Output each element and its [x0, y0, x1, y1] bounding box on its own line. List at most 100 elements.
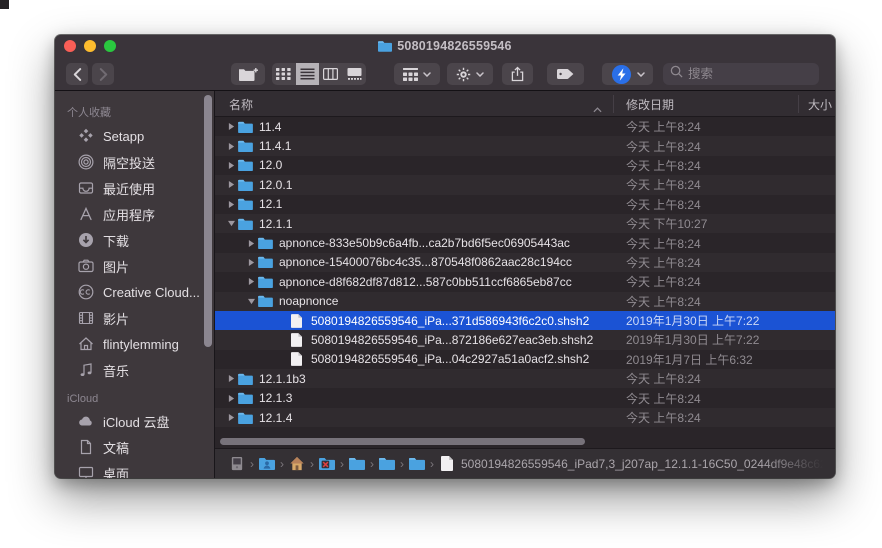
new-folder-button[interactable]: [231, 63, 265, 85]
path-item-users[interactable]: [259, 456, 275, 471]
column-divider[interactable]: [798, 95, 799, 113]
row-date-modified: 2019年1月7日 上午6:32: [626, 351, 753, 368]
list-row[interactable]: 12.1.3 今天 上午8:24: [215, 388, 835, 407]
chevron-down-icon: [423, 72, 431, 77]
pictures-icon: [77, 258, 95, 274]
row-date-modified: 今天 上午8:24: [626, 370, 701, 387]
disclosure-closed-icon[interactable]: [225, 161, 238, 170]
path-item-file[interactable]: 5080194826559546_iPad7,3_j207ap_12.1.1-1…: [439, 456, 827, 471]
column-header-name[interactable]: 名称: [229, 96, 253, 113]
sidebar-item-airdrop[interactable]: 隔空投送: [55, 149, 214, 175]
file-icon: [290, 333, 307, 347]
path-item-folder-1[interactable]: [349, 456, 365, 471]
sidebar-item-desktop[interactable]: 桌面: [55, 460, 214, 478]
disclosure-closed-icon[interactable]: [225, 394, 238, 403]
group-by-button[interactable]: [394, 63, 440, 85]
disclosure-closed-icon[interactable]: [225, 374, 238, 383]
path-item-folder-3[interactable]: [409, 456, 425, 471]
list-row[interactable]: 5080194826559546_iPa...04c2927a51a0acf2.…: [215, 350, 835, 369]
column-divider[interactable]: [613, 95, 614, 113]
close-button[interactable]: [64, 40, 76, 52]
list-row[interactable]: 11.4 今天 上午8:24: [215, 117, 835, 136]
row-name: apnonce-15400076bc4c35...870548f0862aac2…: [279, 255, 572, 269]
action-menu-button[interactable]: [447, 63, 493, 85]
list-row[interactable]: 12.1 今天 上午8:24: [215, 195, 835, 214]
sidebar-item-recents[interactable]: 最近使用: [55, 175, 214, 201]
sidebar-list: 个人收藏 Setapp 隔空投送 最近使用 应用程序 下载 图片 Creativ…: [55, 100, 214, 478]
list-row[interactable]: 12.1.4 今天 上午8:24: [215, 408, 835, 427]
list-row[interactable]: apnonce-833e50b9c6a4fb...ca2b7bd6f5ec069…: [215, 233, 835, 252]
sidebar-item-documents[interactable]: 文稿: [55, 434, 214, 460]
column-header-size[interactable]: 大小: [808, 96, 832, 113]
sidebar-item-label: 音乐: [103, 361, 129, 380]
disclosure-closed-icon[interactable]: [225, 200, 238, 209]
list-row[interactable]: 12.1.1b3 今天 上午8:24: [215, 369, 835, 388]
zoom-button[interactable]: [104, 40, 116, 52]
disclosure-open-icon[interactable]: [245, 298, 258, 305]
horizontal-scrollbar: [215, 436, 835, 448]
folder-icon: [238, 412, 255, 424]
list-view-button[interactable]: [296, 63, 320, 85]
disclosure-closed-icon[interactable]: [225, 122, 238, 131]
list-row[interactable]: 12.0 今天 上午8:24: [215, 156, 835, 175]
path-item-home[interactable]: [289, 456, 305, 471]
icon-view-button[interactable]: [272, 63, 296, 85]
path-item-filename: 5080194826559546_iPad7,3_j207ap_12.1.1-1…: [461, 457, 827, 471]
title-bar[interactable]: 5080194826559546: [55, 35, 835, 57]
list-row[interactable]: apnonce-15400076bc4c35...870548f0862aac2…: [215, 253, 835, 272]
sidebar-item-label: iCloud 云盘: [103, 412, 169, 431]
row-name: 12.1.4: [259, 411, 292, 425]
list-row[interactable]: 12.0.1 今天 上午8:24: [215, 175, 835, 194]
disclosure-closed-icon[interactable]: [245, 277, 258, 286]
list-row[interactable]: apnonce-d8f682df87d812...587c0bb511ccf68…: [215, 272, 835, 291]
chevron-left-icon: [73, 68, 82, 81]
row-date-modified: 今天 上午8:24: [626, 196, 701, 213]
gallery-view-button[interactable]: [343, 63, 367, 85]
folder-icon: [379, 456, 395, 471]
minimize-button[interactable]: [84, 40, 96, 52]
sidebar-item-applications[interactable]: 应用程序: [55, 201, 214, 227]
disclosure-closed-icon[interactable]: [225, 142, 238, 151]
path-item-app-folder[interactable]: [319, 456, 335, 471]
extension-app-button[interactable]: [602, 63, 653, 85]
forward-button[interactable]: [92, 63, 114, 85]
sidebar-item-label: 影片: [103, 309, 129, 328]
row-name: apnonce-833e50b9c6a4fb...ca2b7bd6f5ec069…: [279, 236, 570, 250]
list-row[interactable]: 11.4.1 今天 上午8:24: [215, 136, 835, 155]
disclosure-closed-icon[interactable]: [225, 413, 238, 422]
folder-icon: [238, 198, 255, 210]
search-input[interactable]: [688, 67, 812, 81]
disclosure-closed-icon[interactable]: [225, 180, 238, 189]
sidebar-item-icloud-drive[interactable]: iCloud 云盘: [55, 408, 214, 434]
column-view-button[interactable]: [319, 63, 343, 85]
sidebar-item-pictures[interactable]: 图片: [55, 253, 214, 279]
path-separator: ›: [340, 457, 344, 471]
path-item-folder-2[interactable]: [379, 456, 395, 471]
sidebar-item-movies[interactable]: 影片: [55, 305, 214, 331]
list-row[interactable]: 5080194826559546_iPa...371d586943f6c2c0.…: [215, 311, 835, 330]
horizontal-scrollbar-thumb[interactable]: [220, 438, 585, 445]
gallery-view-icon: [347, 68, 362, 80]
sidebar-item-creative-cloud[interactable]: Creative Cloud...: [55, 279, 214, 305]
sidebar-item-setapp[interactable]: Setapp: [55, 123, 214, 149]
disclosure-open-icon[interactable]: [225, 220, 238, 227]
row-date-modified: 今天 上午8:24: [626, 235, 701, 252]
search-field[interactable]: [663, 63, 819, 85]
disclosure-closed-icon[interactable]: [245, 258, 258, 267]
list-row[interactable]: 12.1.1 今天 下午10:27: [215, 214, 835, 233]
sidebar-item-music[interactable]: 音乐: [55, 357, 214, 383]
path-item-computer[interactable]: [229, 456, 245, 471]
back-button[interactable]: [66, 63, 88, 85]
tag-button[interactable]: [547, 63, 584, 85]
sidebar-item-downloads[interactable]: 下载: [55, 227, 214, 253]
list-row[interactable]: 5080194826559546_iPa...872186e627eac3eb.…: [215, 330, 835, 349]
share-button[interactable]: [502, 63, 533, 85]
applications-icon: [77, 206, 95, 222]
column-header-date-modified[interactable]: 修改日期: [626, 96, 674, 113]
sidebar-scrollbar-thumb[interactable]: [204, 95, 212, 347]
folder-icon: [238, 121, 255, 133]
sidebar-item-home[interactable]: flintylemming: [55, 331, 214, 357]
folder-icon: [349, 456, 365, 471]
list-row[interactable]: noapnonce 今天 上午8:24: [215, 292, 835, 311]
disclosure-closed-icon[interactable]: [245, 239, 258, 248]
